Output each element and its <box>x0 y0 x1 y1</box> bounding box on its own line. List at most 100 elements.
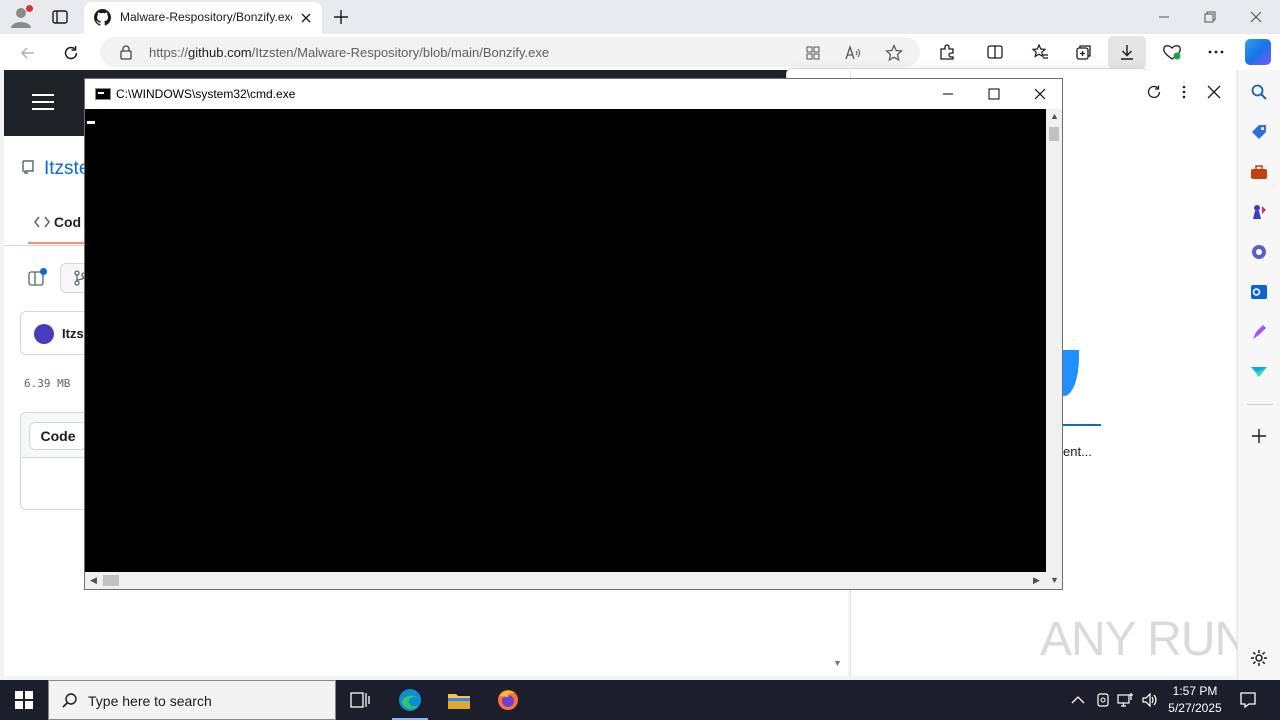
windows-logo-icon <box>15 691 33 709</box>
scrollbar-corner: ▼ <box>1046 572 1062 589</box>
split-screen-button[interactable] <box>982 39 1008 65</box>
github-icon <box>94 9 111 26</box>
browser-tab-active[interactable]: Malware-Respository/Bonzify.exe <box>84 2 322 34</box>
taskbar-edge-button[interactable] <box>386 680 434 720</box>
task-view-button[interactable] <box>336 680 384 720</box>
tab-code-underline <box>28 242 88 244</box>
downloads-button[interactable] <box>1108 36 1146 68</box>
text-cursor <box>87 121 95 124</box>
repo-name-link[interactable]: Itzste <box>44 158 89 180</box>
favorites-button[interactable] <box>1027 39 1053 65</box>
firefox-icon <box>498 690 518 710</box>
edge-icon <box>399 689 421 711</box>
restore-icon <box>1204 11 1216 23</box>
close-icon <box>1034 88 1046 100</box>
collections-button[interactable] <box>1071 39 1097 65</box>
favorite-button[interactable] <box>883 42 905 64</box>
taskbar-clock[interactable]: 1:57 PM 5/27/2025 <box>1160 683 1230 717</box>
url-domain: github.com <box>188 45 252 60</box>
taskbar-search-box[interactable]: Type here to search <box>48 680 336 720</box>
app-available-button[interactable] <box>802 42 824 64</box>
favorites-star-icon <box>1031 43 1048 59</box>
settings-more-button[interactable] <box>1203 39 1229 65</box>
sidebar-settings-button[interactable] <box>1249 648 1269 668</box>
tab-actions-icon[interactable] <box>50 7 70 27</box>
tab-code[interactable]: Cod <box>34 214 81 230</box>
scroll-down-arrow-icon[interactable]: ▼ <box>1050 575 1059 585</box>
apps-icon <box>806 46 820 60</box>
chess-piece-icon <box>1253 205 1266 219</box>
browser-minimize-button[interactable] <box>1144 4 1184 30</box>
read-aloud-button[interactable] <box>842 42 864 64</box>
cmd-titlebar[interactable]: C:\WINDOWS\system32\cmd.exe <box>85 79 1062 109</box>
tab-close-icon[interactable] <box>298 10 314 26</box>
sidebar-drop-button[interactable] <box>1249 362 1269 382</box>
cmd-maximize-button[interactable] <box>971 79 1017 109</box>
browser-restore-button[interactable] <box>1190 4 1230 30</box>
code-view-button[interactable]: Code <box>29 422 87 450</box>
download-icon <box>1121 45 1133 60</box>
avatar[interactable] <box>34 324 54 344</box>
scroll-left-arrow-icon[interactable]: ◀ <box>90 575 97 586</box>
cmd-window-title: C:\WINDOWS\system32\cmd.exe <box>116 87 296 101</box>
browser-close-button[interactable] <box>1236 4 1276 30</box>
sidebar-search-button[interactable] <box>1249 82 1269 102</box>
lock-icon[interactable] <box>118 44 134 60</box>
windows-taskbar: Type here to search 1:57 PM 5/27/2025 <box>0 680 1280 720</box>
search-placeholder: Type here to search <box>88 693 212 709</box>
sidebar-games-button[interactable] <box>1249 202 1269 222</box>
start-button[interactable] <box>0 680 48 720</box>
read-aloud-icon <box>845 45 860 60</box>
sidebar-tools-button[interactable] <box>1249 162 1269 182</box>
new-tab-icon[interactable] <box>330 6 352 28</box>
tray-network-button[interactable] <box>1116 690 1136 710</box>
refresh-icon <box>1147 85 1161 99</box>
tab-code-label: Cod <box>53 214 82 230</box>
repo-icon <box>22 160 34 174</box>
panel-refresh-button[interactable] <box>1143 81 1165 103</box>
address-bar[interactable]: https://github.com/Itzsten/Malware-Respo… <box>100 37 920 67</box>
refresh-button[interactable] <box>58 40 84 66</box>
url-scheme: https:// <box>149 45 189 60</box>
sidebar-outlook-button[interactable] <box>1249 282 1269 302</box>
tray-volume-button[interactable] <box>1140 690 1160 710</box>
sidebar-designer-button[interactable] <box>1249 322 1269 342</box>
cmd-minimize-button[interactable] <box>925 79 971 109</box>
vertical-scroll-thumb[interactable] <box>1049 127 1059 141</box>
panel-more-button[interactable] <box>1173 81 1195 103</box>
back-button[interactable] <box>15 40 41 66</box>
extensions-button[interactable] <box>934 39 960 65</box>
console-output-area[interactable] <box>85 109 1046 572</box>
sidebar-add-button[interactable] <box>1249 426 1269 446</box>
code-icon <box>34 216 50 228</box>
panel-close-button[interactable] <box>1203 81 1225 103</box>
scroll-down-arrow-icon[interactable]: ▼ <box>833 658 842 668</box>
taskbar-firefox-button[interactable] <box>484 680 532 720</box>
copilot-button[interactable] <box>1243 37 1273 67</box>
url-path: /Itzsten/Malware-Respository/blob/main/B… <box>251 45 550 60</box>
sidebar-shopping-button[interactable] <box>1249 122 1269 142</box>
scroll-up-arrow-icon[interactable]: ▲ <box>1050 111 1059 121</box>
browser-essentials-button[interactable] <box>1159 39 1185 65</box>
vertical-scrollbar[interactable]: ▲ <box>1046 109 1062 572</box>
taskbar-explorer-button[interactable] <box>435 680 483 720</box>
search-icon <box>62 693 77 708</box>
url-text[interactable]: https://github.com/Itzsten/Malware-Respo… <box>149 45 549 60</box>
designer-pen-icon <box>1253 325 1266 339</box>
scroll-right-arrow-icon[interactable]: ▶ <box>1033 575 1040 586</box>
panel-status-text: ent... <box>1063 444 1092 459</box>
notification-center-button[interactable] <box>1236 688 1260 712</box>
gear-icon <box>1251 650 1267 666</box>
cmd-close-button[interactable] <box>1017 79 1063 109</box>
horizontal-scroll-thumb[interactable] <box>103 575 119 586</box>
minimize-icon <box>943 93 953 95</box>
toolbox-icon <box>1251 165 1267 179</box>
cmd-window[interactable]: C:\WINDOWS\system32\cmd.exe ▲ ◀ ▶ ▼ <box>84 78 1063 590</box>
tray-overflow-button[interactable] <box>1068 690 1088 710</box>
horizontal-scrollbar[interactable]: ◀ ▶ <box>85 572 1046 589</box>
sidebar-m365-button[interactable] <box>1249 242 1269 262</box>
hamburger-menu-icon[interactable] <box>32 94 54 110</box>
file-size: 6.39 MB <box>24 377 71 390</box>
tray-app-button[interactable] <box>1093 690 1113 710</box>
clock-time: 1:57 PM <box>1172 684 1218 698</box>
